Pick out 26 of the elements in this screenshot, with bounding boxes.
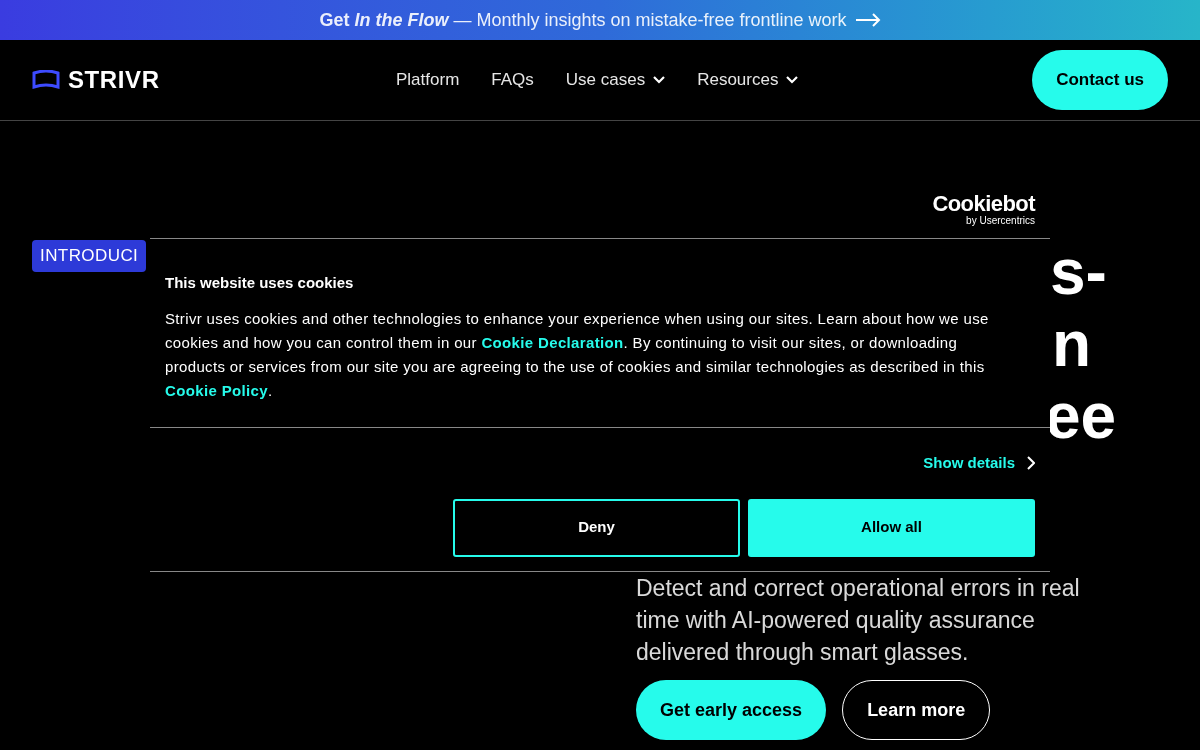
show-details-link[interactable]: Show details (923, 452, 1035, 475)
cookie-declaration-link[interactable]: Cookie Declaration (481, 333, 624, 351)
heading-text: n (1052, 308, 1093, 380)
chevron-right-icon (1027, 456, 1035, 471)
logo-text[interactable]: STRIVR (68, 62, 160, 98)
cookie-button[interactable]: Deny (453, 498, 740, 557)
heading-text: s- (1050, 236, 1108, 308)
banner-text: Get In the Flow — Monthly insights on mistake-free frontline work (319, 8, 847, 32)
announcement-banner[interactable]: Get In the Flow — Monthly insights on mistake-free frontline work (0, 0, 1200, 40)
cookiebot-logo: Cookiebot (932, 193, 1035, 215)
cookie-notice-text: Strivr uses cookies and other technologies to enhance your experience when using our sites. Learn about how we use cookies and how you can control them in our Cookie Declaration. By continuing to visit our sites, or downloading products or services from our site you are agreeing to the use of cookies and similar technologies as described in this Cookie Policy. (165, 308, 990, 401)
cookie-button[interactable]: Allow all (748, 498, 1035, 557)
nav-link[interactable]: Use cases (565, 67, 666, 93)
hero-button[interactable]: Get early access (636, 680, 827, 740)
hero-description: Detect and correct operational errors in real time with AI-powered quality assurance delivered through smart glasses. (636, 574, 1081, 667)
nav-link[interactable]: FAQs (491, 67, 534, 93)
heading-text: ee (1045, 380, 1118, 452)
nav-link[interactable]: Resources (697, 67, 799, 93)
logo-icon (32, 70, 60, 90)
nav-link[interactable]: Platform (396, 67, 460, 93)
introducing-badge: INTRODUCI (32, 240, 147, 272)
arrow-right-icon (854, 13, 881, 27)
contact-button[interactable]: Contact us (1032, 50, 1168, 110)
cookiebot-subtitle: by Usercentrics (966, 215, 1035, 226)
dialog-title: This website uses cookies (165, 273, 355, 293)
cookie-policy-link[interactable]: Cookie Policy (165, 381, 268, 399)
